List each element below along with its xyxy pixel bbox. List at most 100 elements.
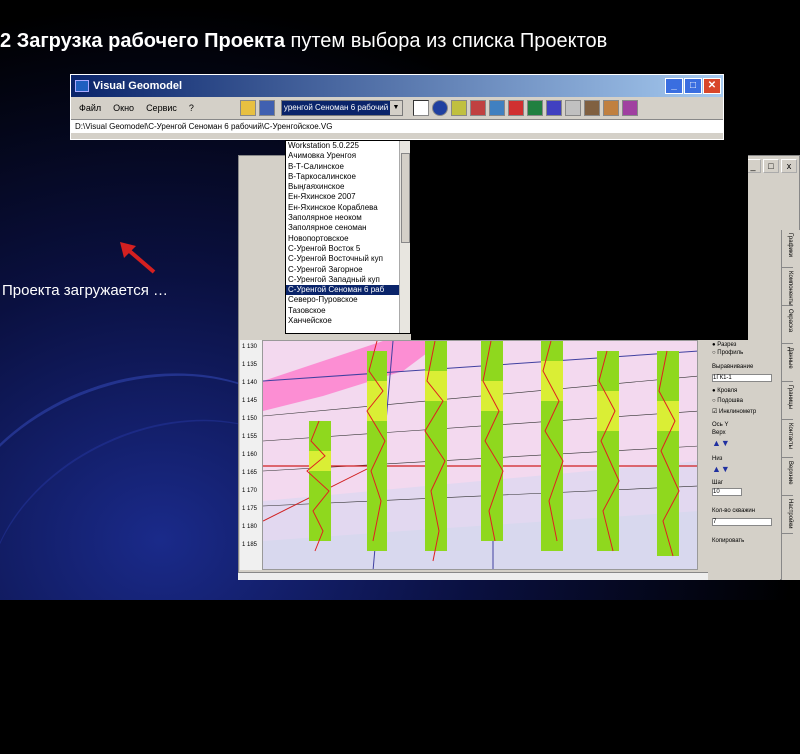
dropdown-item[interactable]: Ханчейское [286, 316, 400, 326]
align-label: Выравнивание [712, 364, 754, 370]
model-icon[interactable] [545, 100, 562, 116]
check-inclinometer[interactable]: ☑ Инклинометр [712, 408, 756, 415]
tools-icon[interactable] [583, 100, 600, 116]
toolbar-icons [412, 100, 638, 116]
minimize-button[interactable]: _ [665, 78, 683, 94]
depth-ruler: 1 130 1 135 1 140 1 145 1 150 1 155 1 160 1 165… [240, 340, 262, 570]
radio-section[interactable]: ● Разрез [712, 342, 736, 348]
dropdown-item[interactable]: В-Таркосалинское [286, 172, 400, 182]
chart-icon[interactable] [412, 100, 429, 116]
depth-tick-label: 1 145 [242, 398, 258, 404]
wells-count-label: Кол-во скважин [712, 508, 756, 514]
app-icon [75, 80, 89, 92]
title-bar: Visual Geomodel _ □ ✕ [71, 75, 723, 97]
side-tab[interactable]: Данные [782, 344, 793, 382]
dropdown-item[interactable]: Новопортовское [286, 234, 400, 244]
chevron-down-icon[interactable]: ▼ [389, 101, 402, 115]
dropdown-item[interactable]: Ен-Яхинское 2007 [286, 192, 400, 202]
project-dropdown-list[interactable]: Workstation 5.0.225 Ачимовка Уренгоя В-Т-С… [285, 140, 411, 334]
depth-tick-label: 1 175 [242, 506, 258, 512]
well-correlation-plot [262, 340, 698, 570]
side-tab[interactable]: Контакты [782, 420, 793, 458]
depth-tick-label: 1 150 [242, 416, 258, 422]
dropdown-item[interactable]: С-Уренгой Сеноман 6 раб [286, 285, 400, 296]
dropdown-item[interactable]: Заполярное неоком [286, 213, 400, 223]
eraser-icon[interactable] [564, 100, 581, 116]
side-tab[interactable]: Верхние [782, 458, 793, 496]
depth-tick-label: 1 155 [242, 434, 258, 440]
menu-help[interactable]: ? [183, 103, 200, 113]
globe-icon[interactable] [431, 100, 448, 116]
title-bold: Загрузка рабочего Проекта [16, 30, 285, 52]
maximize-button[interactable]: □ [684, 78, 702, 94]
document-icon[interactable] [450, 100, 467, 116]
project-combo-value: уренгой Сеноман 6 рабочий [281, 101, 390, 115]
side-panel: ● Разрез ○ Профиль Выравнивание 1ГК1-1 ●… [708, 340, 780, 580]
side-tab[interactable]: Границы [782, 382, 793, 420]
map-icon[interactable] [507, 100, 524, 116]
slide-caption: Проекта загружается … [2, 282, 168, 299]
menu-window[interactable]: Окно [107, 103, 140, 113]
menu-service[interactable]: Сервис [140, 103, 183, 113]
black-overlay [411, 140, 748, 340]
title-number: 2 [0, 30, 12, 52]
copy-label[interactable]: Копировать [712, 538, 744, 544]
open-folder-icon[interactable] [239, 100, 256, 116]
save-icon[interactable] [258, 100, 275, 116]
up-label: Верх [712, 430, 726, 436]
axis-y-label: Ось Y [712, 422, 729, 428]
down-label: Низ [712, 456, 723, 462]
close-icon[interactable]: x [781, 159, 797, 173]
dropdown-item[interactable]: Workstation 5.0.225 [286, 141, 400, 151]
depth-tick-label: 1 135 [242, 362, 258, 368]
scrollbar-thumb[interactable] [401, 153, 410, 243]
path-bar: D:\Visual Geomodel\С-Уренгой Сеноман 6 р… [71, 119, 723, 133]
project-combo[interactable]: уренгой Сеноман 6 рабочий ▼ [280, 100, 403, 116]
side-tabs: Графики Компоненты Окраска Данные Границы Кон… [781, 230, 800, 580]
maximize-icon[interactable]: □ [763, 159, 779, 173]
grid-icon[interactable] [526, 100, 543, 116]
dropdown-item[interactable]: С-Уренгой Загорное [286, 265, 400, 275]
arrow-down-icon[interactable]: ▲▼ [712, 464, 730, 474]
dropdown-item[interactable]: Тазовское [286, 306, 400, 316]
window-title: Visual Geomodel [93, 80, 183, 92]
geo-window-buttons: _ □ x [739, 156, 799, 176]
depth-tick-label: 1 185 [242, 542, 258, 548]
depth-tick-label: 1 180 [242, 524, 258, 530]
dropdown-item[interactable]: С-Уренгой Восток 5 [286, 244, 400, 254]
side-tab[interactable]: Графики [782, 230, 793, 268]
bottom-strip [238, 572, 708, 580]
dropdown-item[interactable]: С-Уренгой Западный куп [286, 275, 400, 285]
depth-tick-label: 1 165 [242, 470, 258, 476]
flag-icon[interactable] [469, 100, 486, 116]
wells-count-input[interactable]: 7 [712, 518, 772, 526]
depth-tick-label: 1 140 [242, 380, 258, 386]
dropdown-item[interactable]: Северо-Пуровское [286, 295, 400, 305]
radio-top[interactable]: ● Кровля [712, 388, 737, 394]
side-tab[interactable]: Окраска [782, 306, 793, 344]
menu-file[interactable]: Файл [73, 103, 107, 113]
radio-profile[interactable]: ○ Профиль [712, 350, 743, 356]
arrow-up-icon[interactable]: ▲▼ [712, 438, 730, 448]
dropdown-item[interactable]: С-Уренгой Восточный куп [286, 254, 400, 264]
dropdown-item[interactable]: В-Т-Салинское [286, 162, 400, 172]
dropdown-item[interactable]: Выңгаяхинское [286, 182, 400, 192]
layers-icon[interactable] [488, 100, 505, 116]
main-window: Visual Geomodel _ □ ✕ Файл Окно Сервис ?… [70, 74, 724, 140]
depth-tick-label: 1 160 [242, 452, 258, 458]
dropdown-item[interactable]: Ачимовка Уренгоя [286, 151, 400, 161]
title-rest: путем выбора из списка Проектов [290, 30, 608, 52]
histogram-icon[interactable] [602, 100, 619, 116]
close-button[interactable]: ✕ [703, 78, 721, 94]
side-tab[interactable]: Компоненты [782, 268, 793, 306]
graph-icon[interactable] [621, 100, 638, 116]
side-tab[interactable]: Настройки [782, 496, 793, 534]
dropdown-item[interactable]: Заполярное сеноман [286, 223, 400, 233]
slide-title: 2 Загрузка рабочего Проекта путем выбора… [0, 30, 800, 53]
dropdown-item[interactable]: Ен-Яхинское Кораблева [286, 203, 400, 213]
dropdown-scrollbar[interactable] [399, 141, 410, 333]
radio-bottom[interactable]: ○ Подошва [712, 398, 743, 404]
step-input[interactable]: 10 [712, 488, 742, 496]
align-select[interactable]: 1ГК1-1 [712, 374, 772, 382]
depth-tick-label: 1 170 [242, 488, 258, 494]
